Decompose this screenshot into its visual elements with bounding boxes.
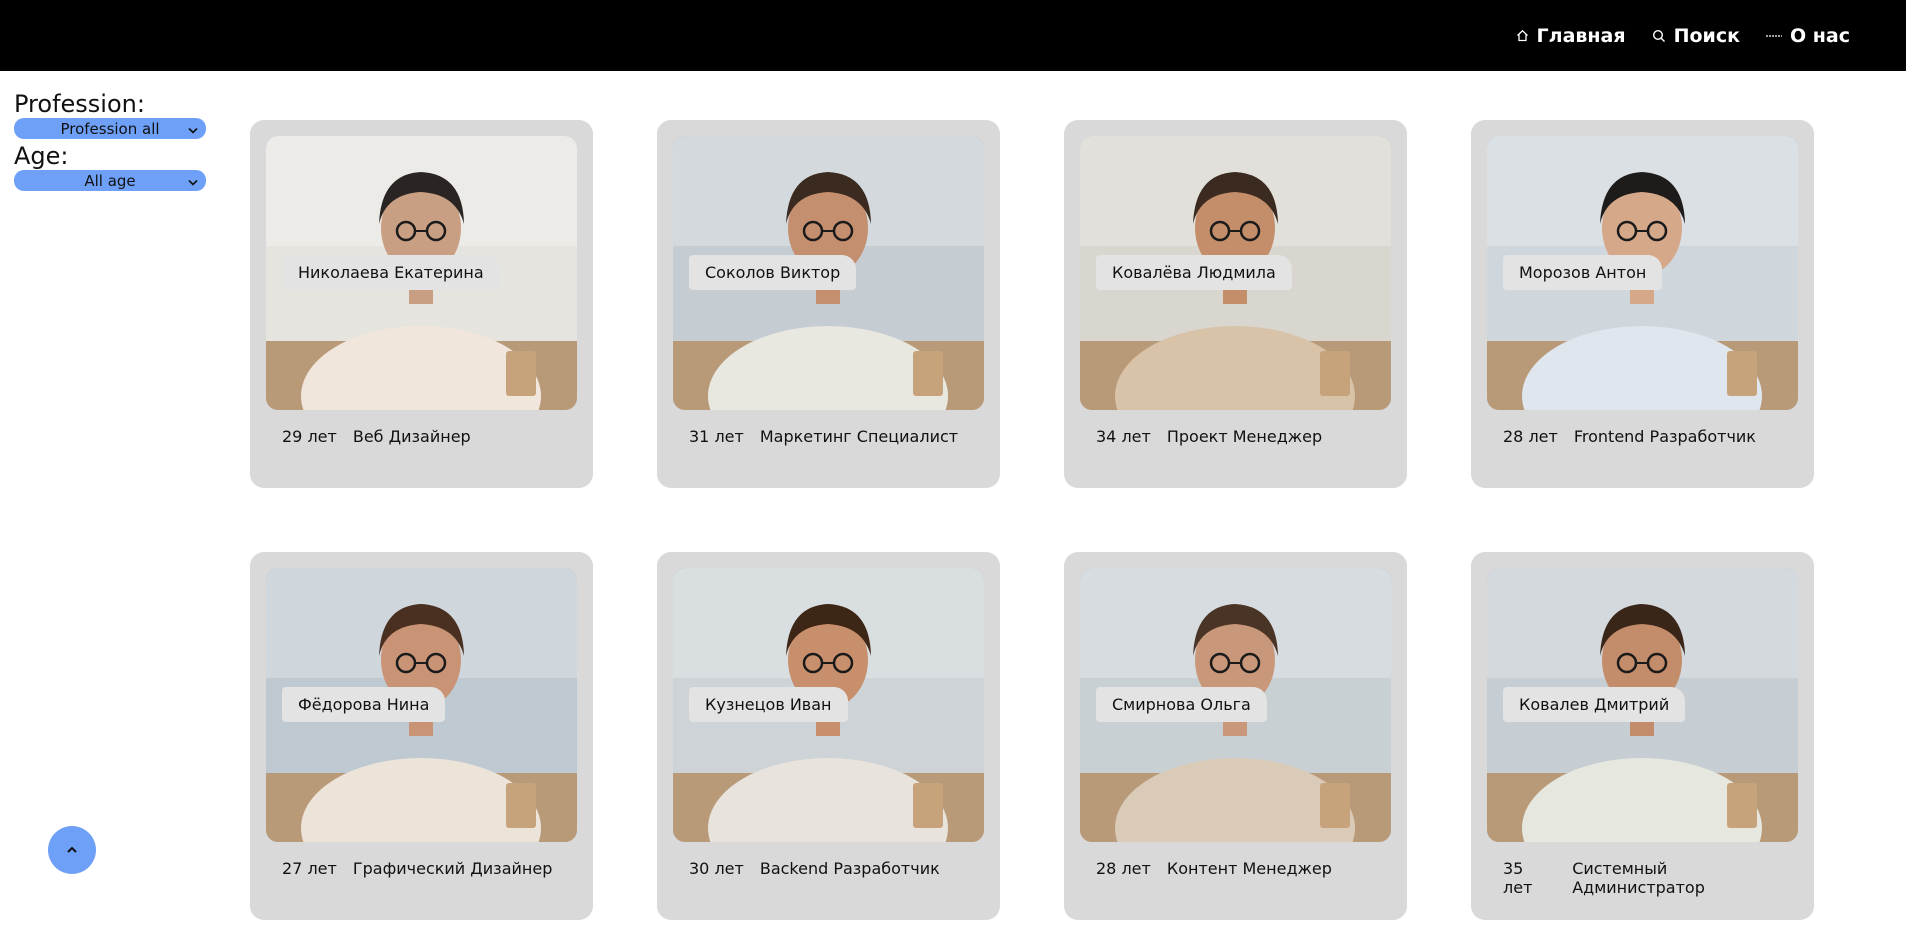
back-to-top-button[interactable] [48,826,96,874]
employee-grid: Николаева Екатерина 29 лет Веб Дизайнер … [250,120,1814,920]
age-select-value: All age [84,171,136,190]
employee-meta: 30 лет Backend Разработчик [673,859,984,878]
employee-profession: Backend Разработчик [759,859,940,878]
profession-select-value: Profession all [60,119,160,138]
employee-name: Морозов Антон [1503,255,1663,290]
employee-name: Ковалёва Людмила [1096,255,1292,290]
chevron-down-icon [188,172,198,190]
employee-card[interactable]: Николаева Екатерина 29 лет Веб Дизайнер [250,120,593,488]
employee-meta: 31 лет Маркетинг Специалист [673,427,984,446]
filters-sidebar: Profession: Profession all Age: All age [14,90,206,194]
employee-name: Смирнова Ольга [1096,687,1267,722]
employee-card[interactable]: Смирнова Ольга 28 лет Контент Менеджер [1064,552,1407,920]
employee-meta: 28 лет Frontend Разработчик [1487,427,1798,446]
employee-profession: Системный Администратор [1572,859,1705,897]
chevron-down-icon [188,120,198,138]
employee-age: 34 лет [1096,427,1151,446]
employee-card[interactable]: Ковалёва Людмила 34 лет Проект Менеджер [1064,120,1407,488]
info-icon [1766,33,1783,39]
employee-age: 31 лет [689,427,744,446]
home-icon [1516,29,1529,42]
employee-meta: 34 лет Проект Менеджер [1080,427,1391,446]
employee-meta: 28 лет Контент Менеджер [1080,859,1391,878]
employee-photo: Морозов Антон [1487,136,1798,410]
employee-age: 28 лет [1503,427,1558,446]
employee-age: 29 лет [282,427,337,446]
employee-photo: Смирнова Ольга [1080,568,1391,842]
employee-age: 28 лет [1096,859,1151,878]
employee-profession: Веб Дизайнер [352,427,471,446]
employee-meta: 27 лет Графический Дизайнер [266,859,577,878]
employee-age: 27 лет [282,859,337,878]
employee-meta: 29 лет Веб Дизайнер [266,427,577,446]
top-navbar: Главная Поиск О нас [0,0,1906,71]
employee-meta: 35 лет Системный Администратор [1487,859,1798,897]
employee-photo: Соколов Виктор [673,136,984,410]
employee-card[interactable]: Кузнецов Иван 30 лет Backend Разработчик [657,552,1000,920]
search-icon [1652,29,1666,43]
employee-card[interactable]: Ковалев Дмитрий 35 лет Системный Админис… [1471,552,1814,920]
employee-profession: Frontend Разработчик [1573,427,1756,446]
employee-photo: Ковалев Дмитрий [1487,568,1798,842]
employee-photo: Николаева Екатерина [266,136,577,410]
main-nav: Главная Поиск О нас [1516,0,1850,71]
age-select[interactable]: All age [14,170,206,191]
employee-card[interactable]: Соколов Виктор 31 лет Маркетинг Специали… [657,120,1000,488]
nav-about[interactable]: О нас [1766,25,1850,47]
nav-search[interactable]: Поиск [1652,25,1740,47]
employee-name: Ковалев Дмитрий [1503,687,1686,722]
nav-about-label: О нас [1790,24,1850,47]
employee-profession: Контент Менеджер [1166,859,1332,878]
employee-photo: Ковалёва Людмила [1080,136,1391,410]
age-filter-label: Age: [14,142,69,170]
profession-select[interactable]: Profession all [14,118,206,139]
employee-age: 30 лет [689,859,744,878]
employee-card[interactable]: Морозов Антон 28 лет Frontend Разработчи… [1471,120,1814,488]
employee-photo: Фёдорова Нина [266,568,577,842]
nav-search-label: Поиск [1673,24,1741,47]
employee-name: Кузнецов Иван [689,687,848,722]
profession-filter-label: Profession: [14,90,145,118]
arrow-up-icon [66,841,78,860]
employee-photo: Кузнецов Иван [673,568,984,842]
employee-name: Николаева Екатерина [282,255,500,290]
employee-age: 35 лет [1503,859,1533,897]
nav-home[interactable]: Главная [1516,25,1626,47]
employee-profession: Маркетинг Специалист [759,427,959,446]
employee-profession: Графический Дизайнер [352,859,553,878]
nav-home-label: Главная [1536,24,1626,47]
employee-profession: Проект Менеджер [1166,427,1323,446]
employee-name: Фёдорова Нина [282,687,446,722]
employee-card[interactable]: Фёдорова Нина 27 лет Графический Дизайне… [250,552,593,920]
employee-name: Соколов Виктор [689,255,857,290]
